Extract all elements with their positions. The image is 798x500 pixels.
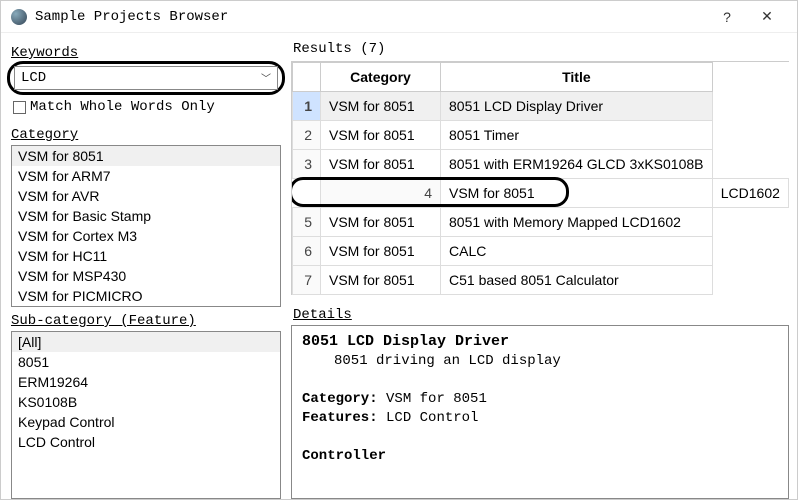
details-title: 8051 LCD Display Driver xyxy=(302,332,778,352)
details-category-key: Category: xyxy=(302,391,378,407)
table-row[interactable]: 1VSM for 80518051 LCD Display Driver xyxy=(293,92,789,121)
list-item[interactable]: VSM for HC11 xyxy=(12,246,280,266)
list-item[interactable]: VSM for 8051 xyxy=(12,146,280,166)
row-category: VSM for 8051 xyxy=(441,179,713,208)
row-number: 4 xyxy=(321,179,441,208)
table-row[interactable]: 5VSM for 80518051 with Memory Mapped LCD… xyxy=(293,208,789,237)
body: Keywords LCD ﹀ Match Whole Words Only Ca… xyxy=(1,33,797,499)
row-number: 5 xyxy=(293,208,321,237)
results-table-wrap: Category Title 1VSM for 80518051 LCD Dis… xyxy=(291,61,789,295)
list-item[interactable]: VSM for Cortex M3 xyxy=(12,226,280,246)
chevron-down-icon: ﹀ xyxy=(261,70,271,86)
list-item[interactable]: VSM for Basic Stamp xyxy=(12,206,280,226)
row-category: VSM for 8051 xyxy=(321,208,441,237)
list-item[interactable]: [All] xyxy=(12,332,280,352)
col-category[interactable]: Category xyxy=(321,63,441,92)
col-title[interactable]: Title xyxy=(441,63,713,92)
table-row[interactable]: 3VSM for 80518051 with ERM19264 GLCD 3xK… xyxy=(293,150,789,179)
row-title: 8051 with Memory Mapped LCD1602 xyxy=(441,208,713,237)
details-panel: 8051 LCD Display Driver 8051 driving an … xyxy=(291,325,789,499)
results-table: Category Title 1VSM for 80518051 LCD Dis… xyxy=(292,62,789,295)
list-item[interactable]: VSM for ARM7 xyxy=(12,166,280,186)
details-features-val: LCD Control xyxy=(386,410,478,426)
keywords-label: Keywords xyxy=(11,45,281,61)
row-category: VSM for 8051 xyxy=(321,92,441,121)
app-icon xyxy=(11,9,27,25)
table-row[interactable]: 2VSM for 80518051 Timer xyxy=(293,121,789,150)
row-title: C51 based 8051 Calculator xyxy=(441,266,713,295)
list-item[interactable]: KS0108B xyxy=(12,392,280,412)
table-row[interactable]: 4VSM for 8051LCD1602 xyxy=(293,179,789,208)
row-category: VSM for 8051 xyxy=(321,150,441,179)
row-number: 6 xyxy=(293,237,321,266)
row-category: VSM for 8051 xyxy=(321,266,441,295)
list-item[interactable]: VSM for AVR xyxy=(12,186,280,206)
list-item[interactable]: Keypad Control xyxy=(12,412,280,432)
titlebar: Sample Projects Browser ? ✕ xyxy=(1,1,797,33)
table-row[interactable]: 6VSM for 8051CALC xyxy=(293,237,789,266)
details-controller-key: Controller xyxy=(302,447,778,466)
details-label: Details xyxy=(291,307,789,323)
row-title: 8051 LCD Display Driver xyxy=(441,92,713,121)
details-features-key: Features: xyxy=(302,410,378,426)
window: Sample Projects Browser ? ✕ Keywords LCD… xyxy=(0,0,798,500)
row-title: LCD1602 xyxy=(712,179,788,208)
help-button[interactable]: ? xyxy=(707,3,747,31)
category-listbox[interactable]: VSM for 8051VSM for ARM7VSM for AVRVSM f… xyxy=(11,145,281,307)
row-category: VSM for 8051 xyxy=(321,121,441,150)
details-category-val: VSM for 8051 xyxy=(386,391,487,407)
results-header: Results (7) xyxy=(291,41,789,57)
window-title: Sample Projects Browser xyxy=(35,9,707,25)
row-title: 8051 with ERM19264 GLCD 3xKS0108B xyxy=(441,150,713,179)
row-title: CALC xyxy=(441,237,713,266)
row-title: 8051 Timer xyxy=(441,121,713,150)
row-number: 7 xyxy=(293,266,321,295)
col-num[interactable] xyxy=(293,63,321,92)
list-item[interactable]: 8051 xyxy=(12,352,280,372)
keywords-value: LCD xyxy=(21,70,46,86)
subcategory-listbox[interactable]: [All]8051ERM19264KS0108BKeypad ControlLC… xyxy=(11,331,281,499)
list-item[interactable]: VSM for MSP430 xyxy=(12,266,280,286)
match-whole-words-checkbox[interactable]: Match Whole Words Only xyxy=(13,99,281,115)
row-number: 1 xyxy=(293,92,321,121)
details-subtitle: 8051 driving an LCD display xyxy=(302,352,778,371)
checkbox-box xyxy=(13,101,26,114)
match-whole-words-label: Match Whole Words Only xyxy=(30,99,215,115)
close-button[interactable]: ✕ xyxy=(747,3,787,31)
list-item[interactable]: LCD Control xyxy=(12,432,280,452)
keywords-highlight: LCD ﹀ xyxy=(7,61,285,95)
list-item[interactable]: VSM for PICMICRO xyxy=(12,286,280,306)
row-category: VSM for 8051 xyxy=(321,237,441,266)
subcategory-label: Sub-category (Feature) xyxy=(11,313,281,329)
left-panel: Keywords LCD ﹀ Match Whole Words Only Ca… xyxy=(1,33,291,499)
category-label: Category xyxy=(11,127,281,143)
keywords-input[interactable]: LCD ﹀ xyxy=(14,66,278,90)
row-number: 3 xyxy=(293,150,321,179)
details-category-row: Category: VSM for 8051 xyxy=(302,390,778,409)
table-row[interactable]: 7VSM for 8051C51 based 8051 Calculator xyxy=(293,266,789,295)
right-panel: Results (7) Category Title 1VSM for 8051… xyxy=(291,33,797,499)
details-features-row: Features: LCD Control xyxy=(302,409,778,428)
row-number: 2 xyxy=(293,121,321,150)
list-item[interactable]: ERM19264 xyxy=(12,372,280,392)
